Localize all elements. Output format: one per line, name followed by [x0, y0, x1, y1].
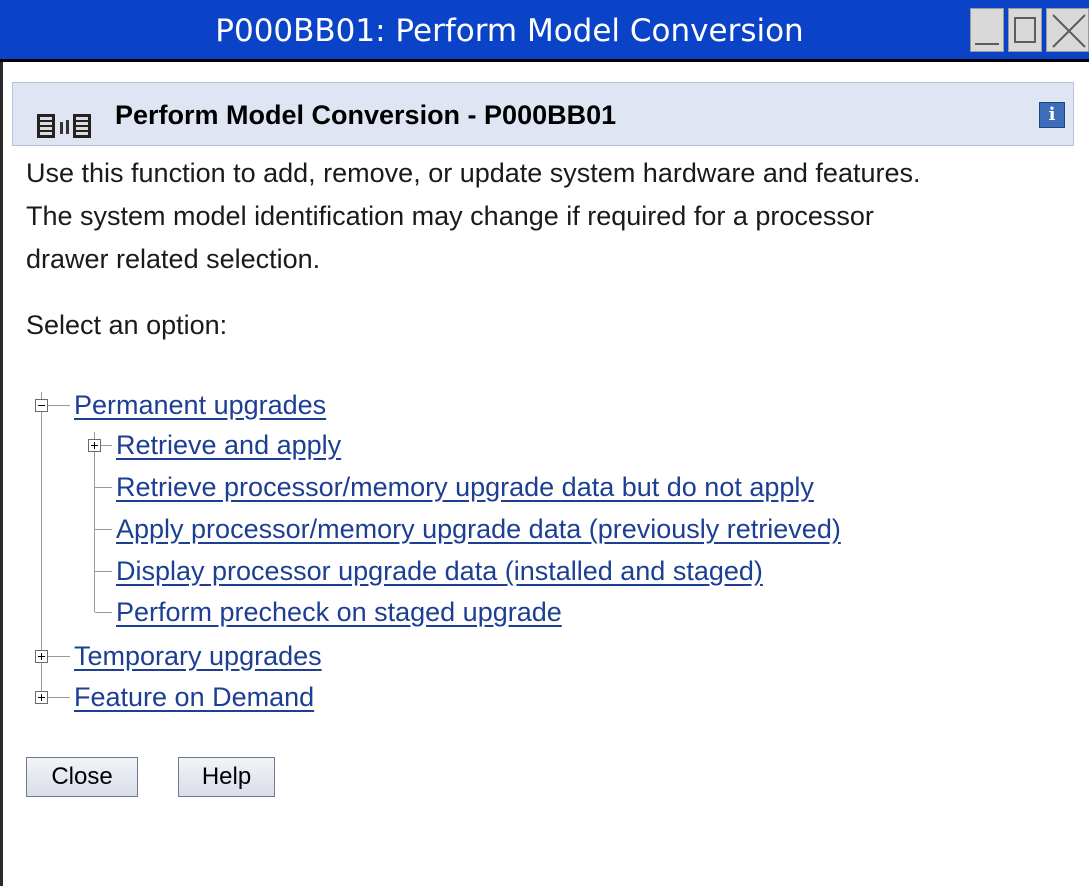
select-option-label: Select an option:: [26, 310, 228, 340]
tree-item-perform-precheck[interactable]: Perform precheck on staged upgrade: [116, 594, 562, 630]
tree-item-feature-on-demand[interactable]: Feature on Demand: [74, 679, 314, 715]
tree-item-temporary-upgrades[interactable]: Temporary upgrades: [74, 638, 322, 674]
expand-icon[interactable]: [35, 650, 48, 663]
tree-item-apply-upgrade-data[interactable]: Apply processor/memory upgrade data (pre…: [116, 511, 841, 547]
tree-connector: [48, 656, 70, 657]
window-border: [0, 62, 3, 886]
tree-connector: [95, 612, 112, 613]
window-title: P000BB01: Perform Model Conversion: [215, 13, 804, 49]
close-icon[interactable]: [1046, 8, 1089, 52]
tree-connector: [48, 697, 70, 698]
description-line: Use this function to add, remove, or upd…: [26, 158, 921, 188]
tree-item-label[interactable]: Apply processor/memory upgrade data (pre…: [116, 514, 841, 544]
page-title: Perform Model Conversion - P000BB01: [115, 100, 617, 130]
tree-item-label[interactable]: Retrieve and apply: [116, 430, 341, 460]
info-icon[interactable]: i: [1039, 102, 1065, 128]
tree-connector: [95, 487, 112, 488]
close-button[interactable]: Close: [26, 757, 138, 797]
tree-connector: [95, 571, 112, 572]
tree-item-display-upgrade-data[interactable]: Display processor upgrade data (installe…: [116, 553, 763, 589]
tree-item-retrieve-no-apply[interactable]: Retrieve processor/memory upgrade data b…: [116, 469, 814, 505]
tree-item-label[interactable]: Temporary upgrades: [74, 641, 322, 671]
tree-connector: [48, 405, 70, 406]
title-bar[interactable]: P000BB01: Perform Model Conversion: [0, 0, 1089, 62]
expand-icon[interactable]: [88, 439, 101, 452]
description-line: drawer related selection.: [26, 244, 321, 274]
header-band: Perform Model Conversion - P000BB01 i: [12, 82, 1074, 146]
tree-connector: [101, 445, 112, 446]
tree-item-label[interactable]: Feature on Demand: [74, 682, 314, 712]
minimize-icon[interactable]: [970, 8, 1004, 52]
description-line: The system model identification may chan…: [26, 201, 874, 231]
collapse-icon[interactable]: [35, 399, 48, 412]
maximize-icon[interactable]: [1008, 8, 1042, 52]
help-button[interactable]: Help: [178, 757, 275, 797]
tree-connector: [94, 432, 95, 612]
tree-item-permanent-upgrades[interactable]: Permanent upgrades: [74, 387, 326, 423]
tree-connector: [95, 529, 112, 530]
system-icon: [37, 112, 97, 144]
description: Use this function to add, remove, or upd…: [26, 152, 1086, 281]
tree-connector: [41, 392, 42, 694]
tree-item-label[interactable]: Perform precheck on staged upgrade: [116, 597, 562, 627]
tree-item-label[interactable]: Retrieve processor/memory upgrade data b…: [116, 472, 814, 502]
dialog-window: P000BB01: Perform Model Conversion Perfo…: [0, 0, 1089, 886]
tree-item-label[interactable]: Permanent upgrades: [74, 390, 326, 420]
tree-item-label[interactable]: Display processor upgrade data (installe…: [116, 556, 763, 586]
tree-item-retrieve-and-apply[interactable]: Retrieve and apply: [116, 427, 341, 463]
expand-icon[interactable]: [35, 691, 48, 704]
